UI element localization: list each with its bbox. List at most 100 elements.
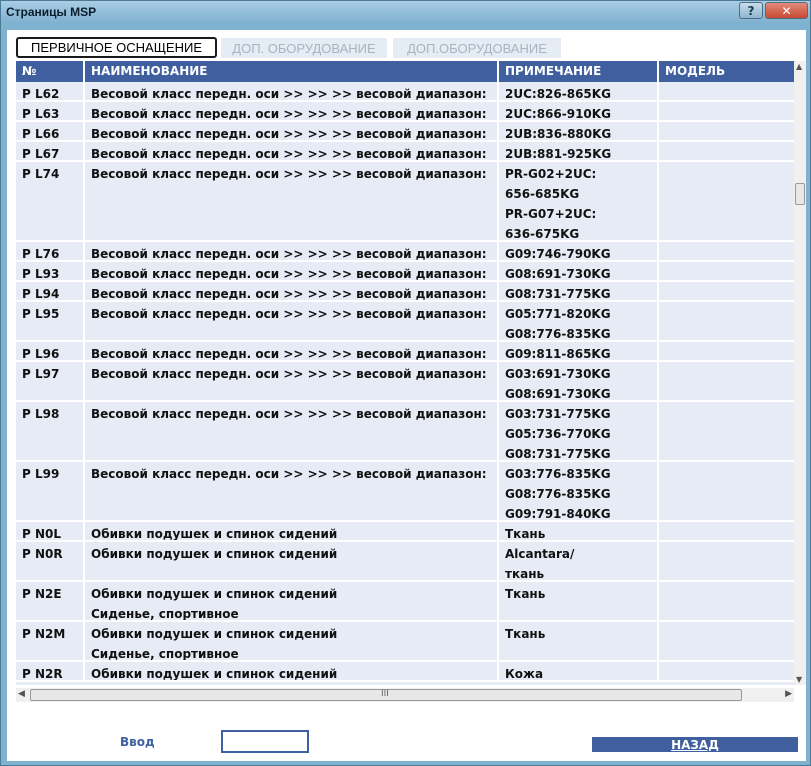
table-row[interactable]: P L63 Весовой класс передн. оси >> >> >> …: [16, 102, 794, 122]
row-name-line: Весовой класс передн. оси >> >> >> весов…: [91, 127, 487, 140]
row-name-line: Весовой класс передн. оси >> >> >> весов…: [91, 467, 487, 481]
table-row[interactable]: P L62 Весовой класс передн. оси >> >> >> …: [16, 82, 794, 102]
row-note: 2UC:866-910KG: [499, 102, 659, 120]
tab-optional-equipment-2[interactable]: ДОП.ОБОРУДОВАНИЕ: [393, 38, 561, 58]
row-note-line: 2UB:836-880KG: [505, 127, 612, 140]
equipment-table: № НАИМЕНОВАНИЕ ПРИМЕЧАНИЕ МОДЕЛЬ P L62 Ве…: [16, 61, 794, 685]
table-row[interactable]: P L98 Весовой класс передн. оси >> >> >> …: [16, 402, 794, 462]
row-note-line: G03:691-730KG: [505, 367, 611, 381]
close-button[interactable]: ✕: [765, 2, 808, 19]
table-row[interactable]: P L96 Весовой класс передн. оси >> >> >> …: [16, 342, 794, 362]
row-name: Весовой класс передн. оси >> >> >> весов…: [85, 122, 499, 140]
row-model: [659, 242, 794, 260]
table-header: № НАИМЕНОВАНИЕ ПРИМЕЧАНИЕ МОДЕЛЬ: [16, 61, 794, 82]
horizontal-scrollbar[interactable]: ◀ III ▶: [16, 688, 794, 702]
row-note: PR-G02+2UC: 656-685KG PR-G07+2UC: 636-675KG: [499, 162, 659, 240]
row-note-line: PR-G02+2UC:: [505, 167, 597, 181]
header-number[interactable]: №: [16, 61, 85, 82]
row-model: [659, 302, 794, 340]
vertical-scroll-thumb[interactable]: [795, 183, 805, 205]
row-model: [659, 102, 794, 120]
row-model: [659, 342, 794, 360]
row-note-line: G09:791-840KG: [505, 507, 611, 520]
help-icon: ?: [747, 3, 755, 18]
row-note-line: ткань: [505, 567, 545, 580]
row-code: P L99: [16, 462, 85, 520]
table-row[interactable]: P N2M Обивки подушек и спинок сидений Сиде…: [16, 622, 794, 662]
table-row[interactable]: P L67 Весовой класс передн. оси >> >> >> …: [16, 142, 794, 162]
row-name-line: Обивки подушек и спинок сидений: [91, 547, 338, 561]
row-name: Весовой класс передн. оси >> >> >> весов…: [85, 342, 499, 360]
row-code: P N0L: [16, 522, 85, 540]
row-note-line: G03:776-835KG: [505, 467, 611, 481]
row-note-line: G09:746-790KG: [505, 247, 611, 260]
row-note: G09:811-865KG: [499, 342, 659, 360]
table-row[interactable]: P L99 Весовой класс передн. оси >> >> >> …: [16, 462, 794, 522]
table-row[interactable]: P L76 Весовой класс передн. оси >> >> >> …: [16, 242, 794, 262]
scroll-down-icon[interactable]: ▼: [796, 675, 802, 684]
row-name-line: Весовой класс передн. оси >> >> >> весов…: [91, 167, 487, 181]
table-row[interactable]: P N2R Обивки подушек и спинок сидений Кожа: [16, 662, 794, 682]
row-model: [659, 622, 794, 660]
row-note: G03:731-775KG G05:736-770KG G08:731-775KG: [499, 402, 659, 460]
row-name-line: Обивки подушек и спинок сидений: [91, 627, 338, 641]
scroll-left-icon[interactable]: ◀: [18, 689, 25, 699]
tab-primary-equipment[interactable]: ПЕРВИЧНОЕ ОСНАЩЕНИЕ: [16, 37, 217, 58]
row-code: P L74: [16, 162, 85, 240]
row-code: P N2R: [16, 662, 85, 680]
row-name-line: Обивки подушек и спинок сидений: [91, 667, 338, 680]
table-row[interactable]: P L95 Весовой класс передн. оси >> >> >> …: [16, 302, 794, 342]
row-note: Ткань: [499, 622, 659, 660]
title-bar[interactable]: Страницы MSP ? ✕: [1, 1, 810, 23]
row-note: G03:776-835KG G08:776-835KG G09:791-840KG: [499, 462, 659, 520]
horizontal-scroll-thumb[interactable]: III: [30, 689, 742, 701]
row-note-line: G05:736-770KG: [505, 427, 611, 441]
header-model[interactable]: МОДЕЛЬ: [659, 61, 794, 82]
row-note-line: Ткань: [505, 627, 546, 641]
table-body: P L62 Весовой класс передн. оси >> >> >> …: [16, 82, 794, 682]
row-name: Весовой класс передн. оси >> >> >> весов…: [85, 302, 499, 340]
row-model: [659, 262, 794, 280]
row-name-line: Сиденье, спортивное: [91, 647, 239, 660]
row-code: P N0R: [16, 542, 85, 580]
row-code: P L63: [16, 102, 85, 120]
row-name-line: Обивки подушек и спинок сидений: [91, 587, 338, 601]
table-row[interactable]: P L94 Весовой класс передн. оси >> >> >> …: [16, 282, 794, 302]
table-row[interactable]: P L93 Весовой класс передн. оси >> >> >> …: [16, 262, 794, 282]
table-row[interactable]: P L74 Весовой класс передн. оси >> >> >> …: [16, 162, 794, 242]
header-note[interactable]: ПРИМЕЧАНИЕ: [499, 61, 659, 82]
window-title: Страницы MSP: [6, 5, 97, 19]
scroll-right-icon[interactable]: ▶: [785, 689, 792, 699]
row-name: Обивки подушек и спинок сидений: [85, 662, 499, 680]
code-input[interactable]: [221, 730, 309, 753]
table-row[interactable]: P N0R Обивки подушек и спинок сидений Alca…: [16, 542, 794, 582]
table-row[interactable]: P L97 Весовой класс передн. оси >> >> >> …: [16, 362, 794, 402]
help-button[interactable]: ?: [739, 2, 763, 19]
row-name-line: Весовой класс передн. оси >> >> >> весов…: [91, 367, 487, 381]
row-code: P N2E: [16, 582, 85, 620]
tab-optional-equipment-1[interactable]: ДОП. ОБОРУДОВАНИЕ: [221, 38, 387, 58]
row-code: P L97: [16, 362, 85, 400]
row-model: [659, 662, 794, 680]
table-row[interactable]: P N2E Обивки подушек и спинок сидений Сиде…: [16, 582, 794, 622]
row-note-line: G08:691-730KG: [505, 387, 611, 400]
row-note: G09:746-790KG: [499, 242, 659, 260]
row-name-line: Весовой класс передн. оси >> >> >> весов…: [91, 287, 487, 300]
row-code: P L94: [16, 282, 85, 300]
table-row[interactable]: P L66 Весовой класс передн. оси >> >> >> …: [16, 122, 794, 142]
row-name: Обивки подушек и спинок сидений: [85, 542, 499, 580]
client-area: ПЕРВИЧНОЕ ОСНАЩЕНИЕ ДОП. ОБОРУДОВАНИЕ ДО…: [7, 30, 806, 761]
header-name[interactable]: НАИМЕНОВАНИЕ: [85, 61, 499, 82]
back-button[interactable]: НАЗАД: [592, 737, 798, 752]
row-name: Весовой класс передн. оси >> >> >> весов…: [85, 362, 499, 400]
row-name-line: Весовой класс передн. оси >> >> >> весов…: [91, 267, 487, 280]
vertical-scrollbar[interactable]: ▲ ▼: [794, 61, 806, 685]
row-name-line: Весовой класс передн. оси >> >> >> весов…: [91, 247, 487, 260]
row-model: [659, 82, 794, 100]
row-code: P L98: [16, 402, 85, 460]
row-name-line: Весовой класс передн. оси >> >> >> весов…: [91, 307, 487, 321]
scroll-up-icon[interactable]: ▲: [796, 62, 802, 71]
row-name: Обивки подушек и спинок сидений Сиденье, …: [85, 622, 499, 660]
row-note-line: G08:731-775KG: [505, 447, 611, 460]
table-row[interactable]: P N0L Обивки подушек и спинок сидений Ткан…: [16, 522, 794, 542]
